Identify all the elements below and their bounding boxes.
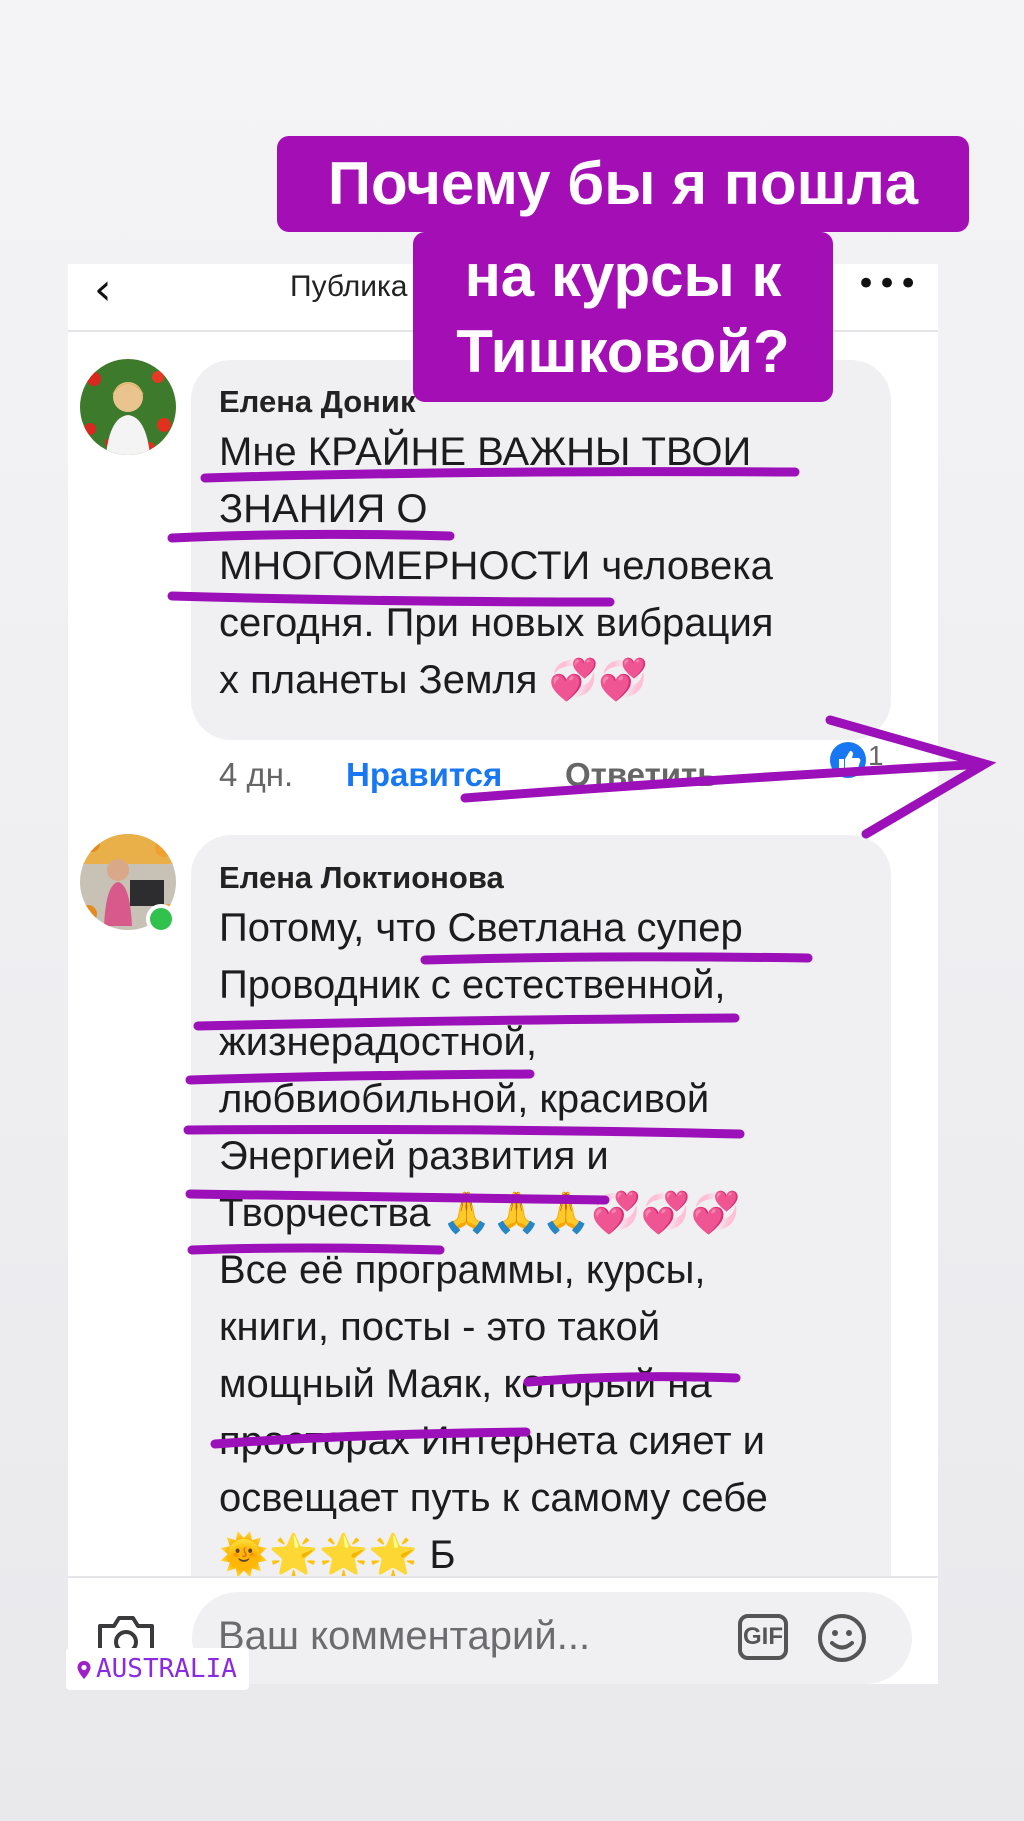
headline-sticker-line2-3: на курсы к Тишковой? (413, 232, 833, 402)
location-label: AUSTRALIA (96, 1654, 237, 1684)
location-sticker[interactable]: AUSTRALIA (66, 1648, 249, 1690)
headline-text: Тишковой? (456, 318, 790, 385)
headline-text: Почему бы я пошла (327, 150, 919, 217)
headline-sticker-line1: Почему бы я пошла (277, 136, 969, 232)
location-pin-icon (77, 1661, 91, 1679)
headline-text: на курсы к (464, 242, 782, 309)
